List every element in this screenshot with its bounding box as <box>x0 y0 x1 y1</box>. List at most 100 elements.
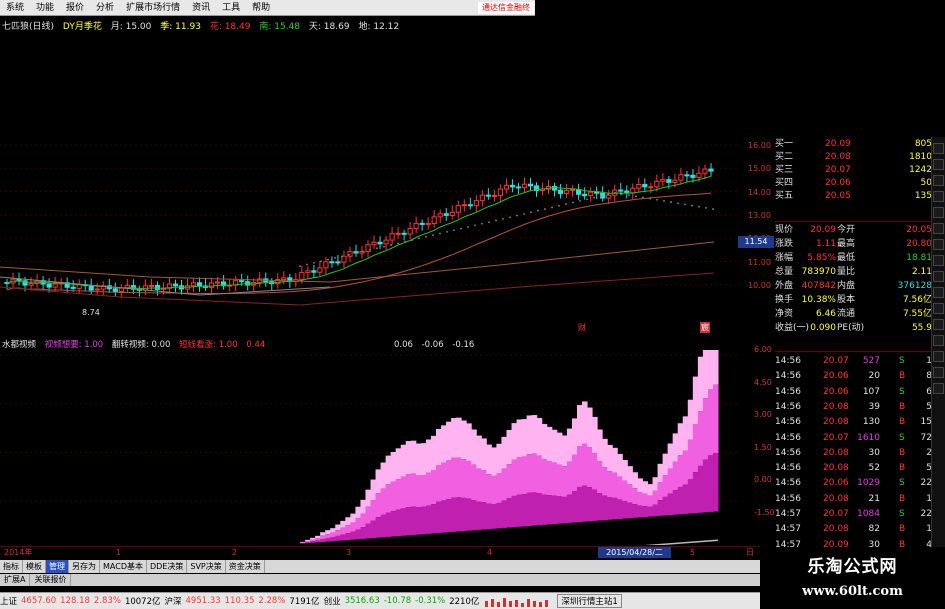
side-tool-button[interactable] <box>933 143 944 154</box>
candle <box>82 279 88 292</box>
watermark-title: 乐淘公式网 <box>807 557 898 577</box>
candle <box>148 278 155 291</box>
menu-help[interactable]: 帮助 <box>246 0 276 16</box>
candle <box>588 187 594 202</box>
tab-3[interactable]: 另存为 <box>69 560 100 573</box>
menu-analysis[interactable]: 分析 <box>90 0 120 16</box>
tab-6[interactable]: SVP决策 <box>187 560 226 573</box>
y-tick-sub: -1.50 <box>754 507 775 517</box>
side-tool-button[interactable] <box>933 175 944 186</box>
stat-label2: 最低 <box>837 253 856 263</box>
bid-row[interactable]: 买一 20.09 805 <box>775 137 932 151</box>
side-tool-button[interactable] <box>933 303 944 314</box>
bid-row[interactable]: 买三 20.07 1242 <box>775 163 932 177</box>
tick-volume: 52 <box>868 463 880 474</box>
tick-row: 14:56 20.06 20 B 8 <box>775 369 932 384</box>
stat-label: 现价 <box>775 225 794 235</box>
tab-1[interactable]: 模板 <box>23 560 46 573</box>
side-tool-button[interactable] <box>933 367 944 378</box>
tick-row: 14:56 20.08 39 B 5 <box>775 400 932 415</box>
watermark: 乐淘公式网 www.60lt.com <box>760 553 945 609</box>
candle <box>70 280 76 292</box>
stat-label2: 最高 <box>837 239 856 249</box>
menu-function[interactable]: 功能 <box>30 0 60 16</box>
side-tool-button[interactable] <box>933 383 944 394</box>
side-tool-button[interactable] <box>933 335 944 346</box>
event-marker-finance[interactable]: 财 <box>578 322 586 333</box>
candle <box>317 260 323 277</box>
menu-system[interactable]: 系统 <box>0 0 30 16</box>
tick-row: 14:57 20.08 82 B 1 <box>775 522 932 537</box>
tab-5[interactable]: DDE决策 <box>147 560 188 573</box>
tab-4[interactable]: MACD基本 <box>100 560 147 573</box>
ad-banner[interactable]: 通达信金融终 <box>478 2 534 14</box>
bid-row[interactable]: 买四 20.06 50 <box>775 176 932 190</box>
watermark-url: www.60lt.com <box>802 584 903 599</box>
stat-value: 407842 <box>801 281 836 291</box>
y-tick: 11.00 <box>748 257 771 267</box>
side-tool-button[interactable] <box>933 271 944 282</box>
panel-divider <box>775 221 932 222</box>
bid-label: 买三 <box>775 165 794 175</box>
tick-price: 20.08 <box>823 493 849 504</box>
tab-extend-a[interactable]: 扩展A <box>0 574 31 586</box>
tab-related-quote[interactable]: 关联报价 <box>30 574 72 586</box>
menu-news[interactable]: 资讯 <box>186 0 216 16</box>
tab-2[interactable]: 管理 <box>46 560 69 573</box>
bid-price: 20.08 <box>825 152 851 162</box>
candle <box>401 229 407 241</box>
tab-0[interactable]: 指标 <box>0 560 23 573</box>
side-tool-button[interactable] <box>933 159 944 170</box>
stat-label2: PE(动) <box>837 323 865 333</box>
menu-tools[interactable]: 工具 <box>216 0 246 16</box>
bid-row[interactable]: 买二 20.08 1810 <box>775 150 932 164</box>
tick-volume: 20 <box>868 371 880 382</box>
server-status[interactable]: 深圳行情主站1 <box>557 594 622 608</box>
kline-chart[interactable] <box>0 137 738 337</box>
side-tool-button[interactable] <box>933 255 944 266</box>
candle <box>630 183 636 199</box>
side-tool-button[interactable] <box>933 207 944 218</box>
tick-volume: 1610 <box>857 432 880 443</box>
menu-quote[interactable]: 报价 <box>60 0 90 16</box>
x-label-3: 3 <box>346 548 352 557</box>
grid <box>0 144 738 286</box>
candle <box>52 277 58 292</box>
side-tool-button[interactable] <box>933 191 944 202</box>
event-marker[interactable]: 宸 <box>700 322 710 333</box>
stat-row: 总量 783970 量比 2.11 <box>775 265 932 279</box>
side-tool-button[interactable] <box>933 319 944 330</box>
stat-value: 20.09 <box>810 225 836 235</box>
side-tool-button[interactable] <box>933 223 944 234</box>
tab-7[interactable]: 资金决策 <box>226 560 265 573</box>
y-tick-sub: 3.00 <box>754 410 772 419</box>
tick-row: 14:56 20.06 1029 S 22 <box>775 476 932 491</box>
indicator-name[interactable]: 水都视频 <box>2 340 36 350</box>
candle <box>642 178 648 193</box>
indicator-line4: 0.44 <box>246 340 266 350</box>
tick-time: 14:56 <box>775 478 801 489</box>
chart-title-bar: 七匹狼(日线) DY月季花 月: 15.00 季: 11.93 花: 18.49… <box>2 20 405 34</box>
x-label-period[interactable]: 日 <box>746 547 754 559</box>
indicator-chart[interactable] <box>0 350 738 545</box>
bid-row[interactable]: 买五 20.05 135 <box>775 189 932 203</box>
tick-volume: 107 <box>862 386 880 397</box>
candle <box>576 183 582 200</box>
formula-name[interactable]: DY月季花 <box>63 22 102 32</box>
stat-value2: 376128 <box>897 281 932 291</box>
candle <box>353 244 359 257</box>
sh-change: 128.18 <box>60 596 90 606</box>
tick-price: 20.06 <box>823 478 849 489</box>
stat-row: 换手 10.38% 股本 7.56亿 <box>775 293 932 307</box>
bid-price: 20.06 <box>825 178 851 188</box>
stat-label: 外盘 <box>775 281 794 291</box>
side-tool-button[interactable] <box>933 287 944 298</box>
stat-value2: 20.80 <box>906 239 932 249</box>
candle <box>40 276 46 291</box>
stat-label2: 今开 <box>837 225 856 235</box>
side-tool-button[interactable] <box>933 239 944 250</box>
indicator-line3: 短线看涨: 1.00 <box>179 340 238 350</box>
ma-flower: 花: 18.49 <box>209 22 251 32</box>
side-tool-button[interactable] <box>933 351 944 362</box>
menu-extended-market[interactable]: 扩展市场行情 <box>120 0 186 16</box>
